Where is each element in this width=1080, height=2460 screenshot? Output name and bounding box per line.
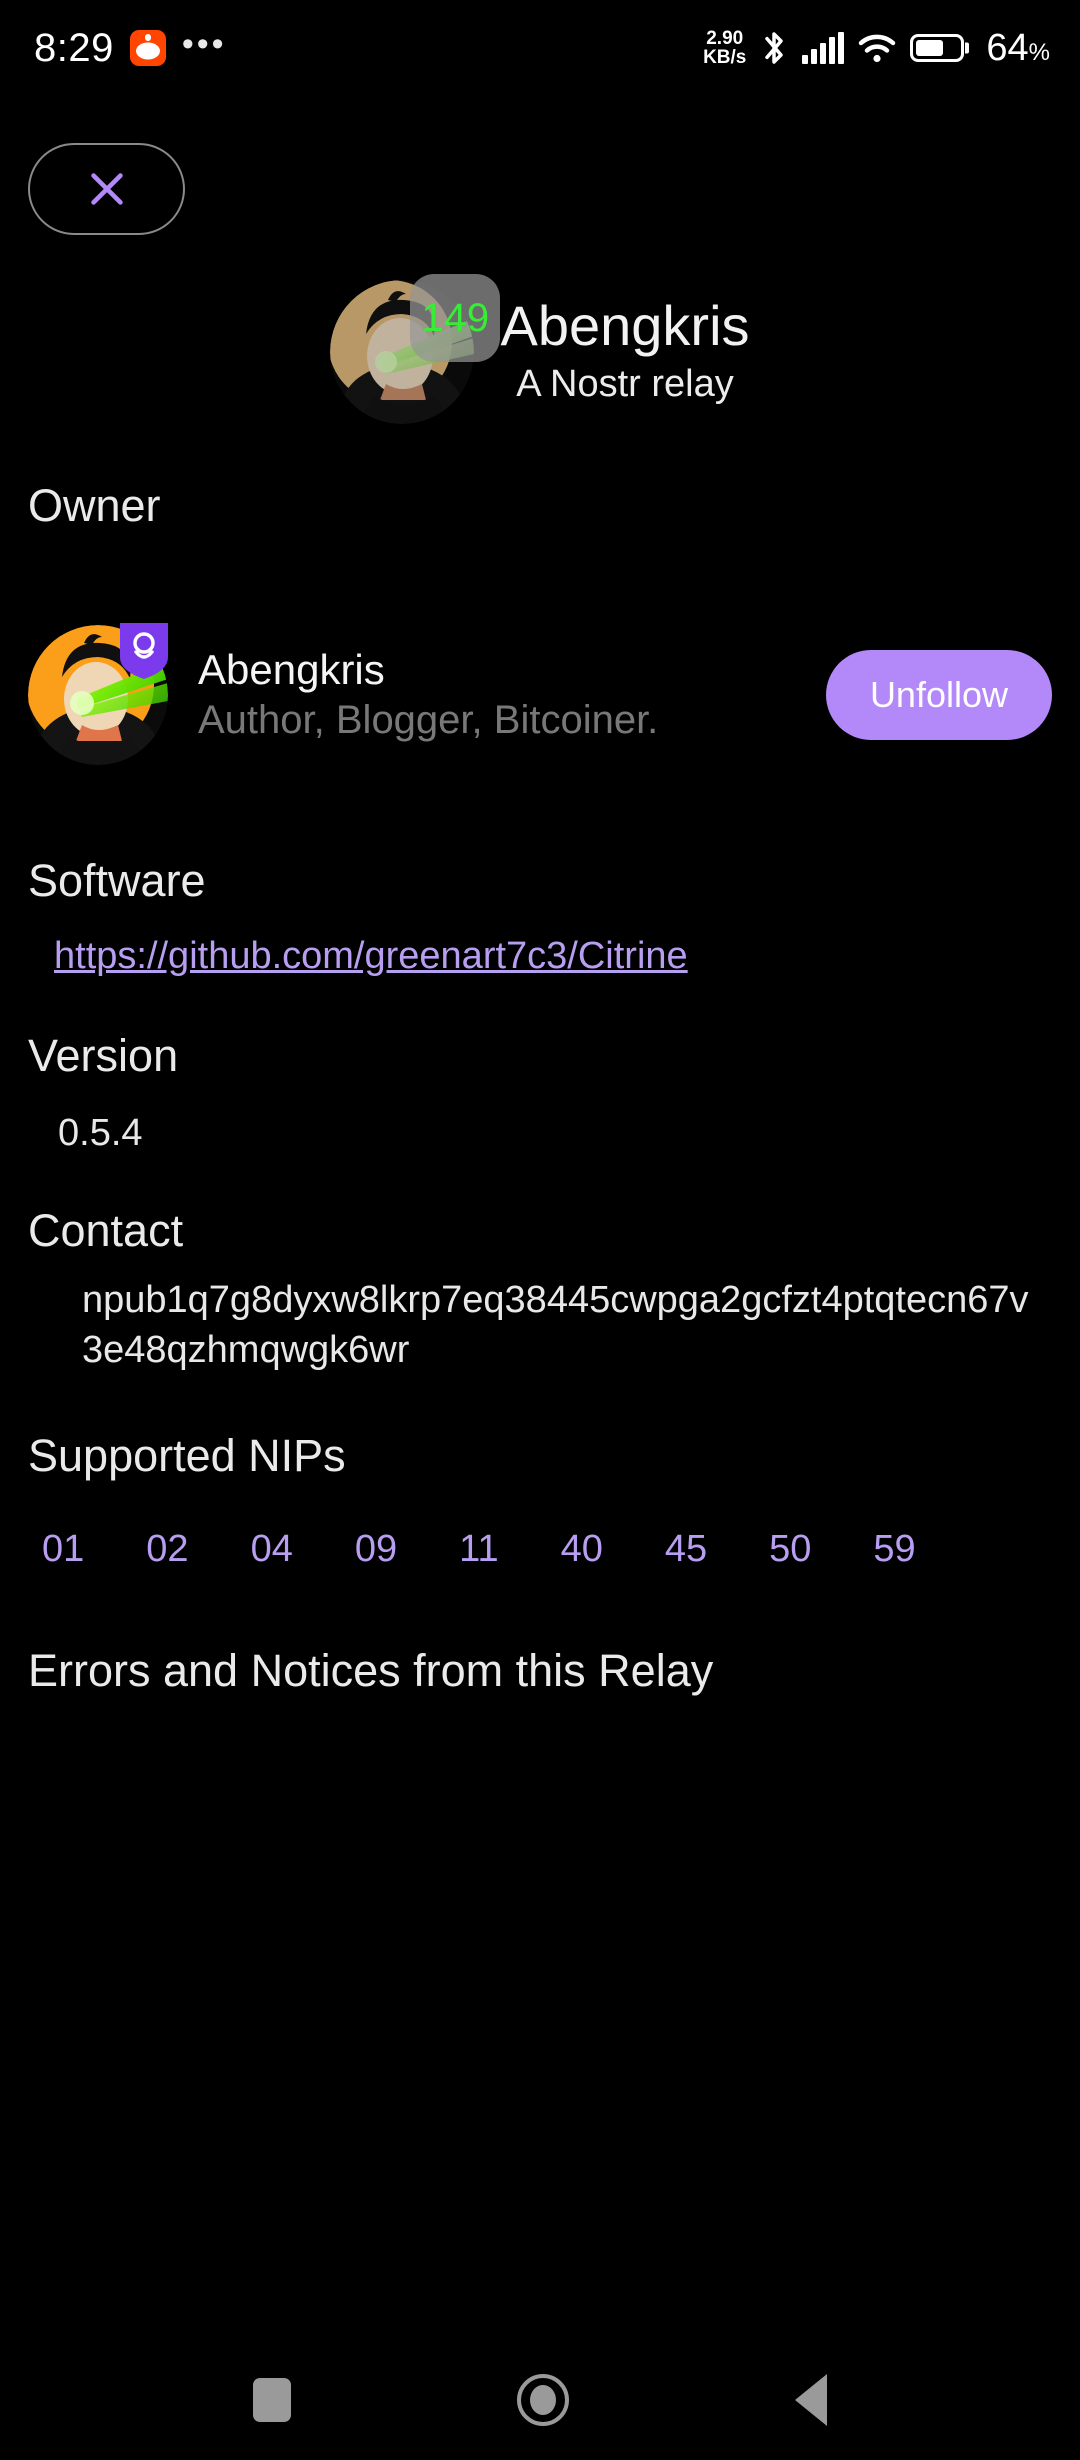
owner-row[interactable]: Abengkris Author, Blogger, Bitcoiner. Un… — [0, 620, 1080, 770]
cellular-signal-icon — [802, 32, 845, 64]
relay-name: Abengkris — [500, 294, 750, 358]
status-bar-left: 8:29 ••• — [34, 26, 227, 71]
version-value: 0.5.4 — [58, 1112, 143, 1154]
owner-bio: Author, Blogger, Bitcoiner. — [198, 698, 659, 743]
errors-section-title: Errors and Notices from this Relay — [28, 1645, 714, 1696]
software-section-title: Software — [28, 855, 206, 906]
reddit-notification-icon — [129, 30, 166, 66]
relay-title-block: Abengkris A Nostr relay — [500, 295, 749, 408]
contact-section-title: Contact — [28, 1205, 184, 1256]
back-triangle-icon[interactable] — [795, 2374, 827, 2426]
relay-badge-count: 149 — [410, 274, 501, 362]
nip-item[interactable]: 45 — [665, 1528, 707, 1571]
close-button[interactable] — [28, 143, 185, 235]
battery-fill — [916, 40, 944, 56]
version-section-title: Version — [28, 1030, 179, 1081]
contact-npub-value[interactable]: npub1q7g8dyxw8lkrp7eq38445cwpga2gcfzt4pt… — [82, 1275, 1042, 1375]
nip-item[interactable]: 11 — [459, 1528, 498, 1571]
owner-name: Abengkris — [198, 645, 385, 693]
network-speed-unit: KB/s — [703, 47, 747, 68]
nip-item[interactable]: 40 — [561, 1528, 603, 1571]
relay-avatar-container: 149 — [330, 274, 501, 424]
software-url-link[interactable]: https://github.com/greenart7c3/Citrine — [54, 935, 688, 978]
status-bar: 8:29 ••• 2.90 KB/s 64% — [0, 0, 1080, 96]
status-bar-right: 2.90 KB/s 64% — [703, 27, 1050, 70]
owner-section-title: Owner — [28, 480, 161, 531]
nips-section-title: Supported NIPs — [28, 1430, 346, 1481]
system-navigation-bar — [0, 2340, 1080, 2460]
battery-icon — [910, 34, 965, 62]
nip-item[interactable]: 59 — [873, 1528, 915, 1571]
owner-avatar-container — [28, 623, 168, 765]
nip-item[interactable]: 02 — [146, 1528, 188, 1571]
nip-item[interactable]: 50 — [769, 1528, 811, 1571]
nip-item[interactable]: 01 — [42, 1528, 84, 1571]
relay-description: A Nostr relay — [516, 363, 734, 406]
unfollow-button[interactable]: Unfollow — [825, 650, 1052, 740]
notification-overflow-icon: ••• — [181, 24, 227, 63]
home-circle-icon[interactable] — [517, 2374, 569, 2426]
close-x-icon — [90, 173, 123, 205]
nip-item[interactable]: 09 — [355, 1528, 397, 1571]
recents-square-icon[interactable] — [253, 2378, 291, 2422]
bluetooth-icon — [765, 32, 784, 64]
wifi-icon — [859, 34, 896, 63]
status-time: 8:29 — [34, 25, 114, 70]
network-speed-indicator: 2.90 KB/s — [703, 29, 746, 67]
nostr-verified-badge-icon — [120, 623, 168, 679]
owner-info: Abengkris Author, Blogger, Bitcoiner. — [194, 645, 800, 745]
battery-percent-label: 64% — [986, 26, 1050, 69]
nip-item[interactable]: 04 — [251, 1528, 293, 1571]
relay-header: 149 Abengkris A Nostr relay — [0, 274, 1080, 424]
network-speed-value: 2.90 — [706, 28, 744, 49]
nips-list: 01 02 04 09 11 40 45 50 59 — [42, 1528, 1042, 1571]
